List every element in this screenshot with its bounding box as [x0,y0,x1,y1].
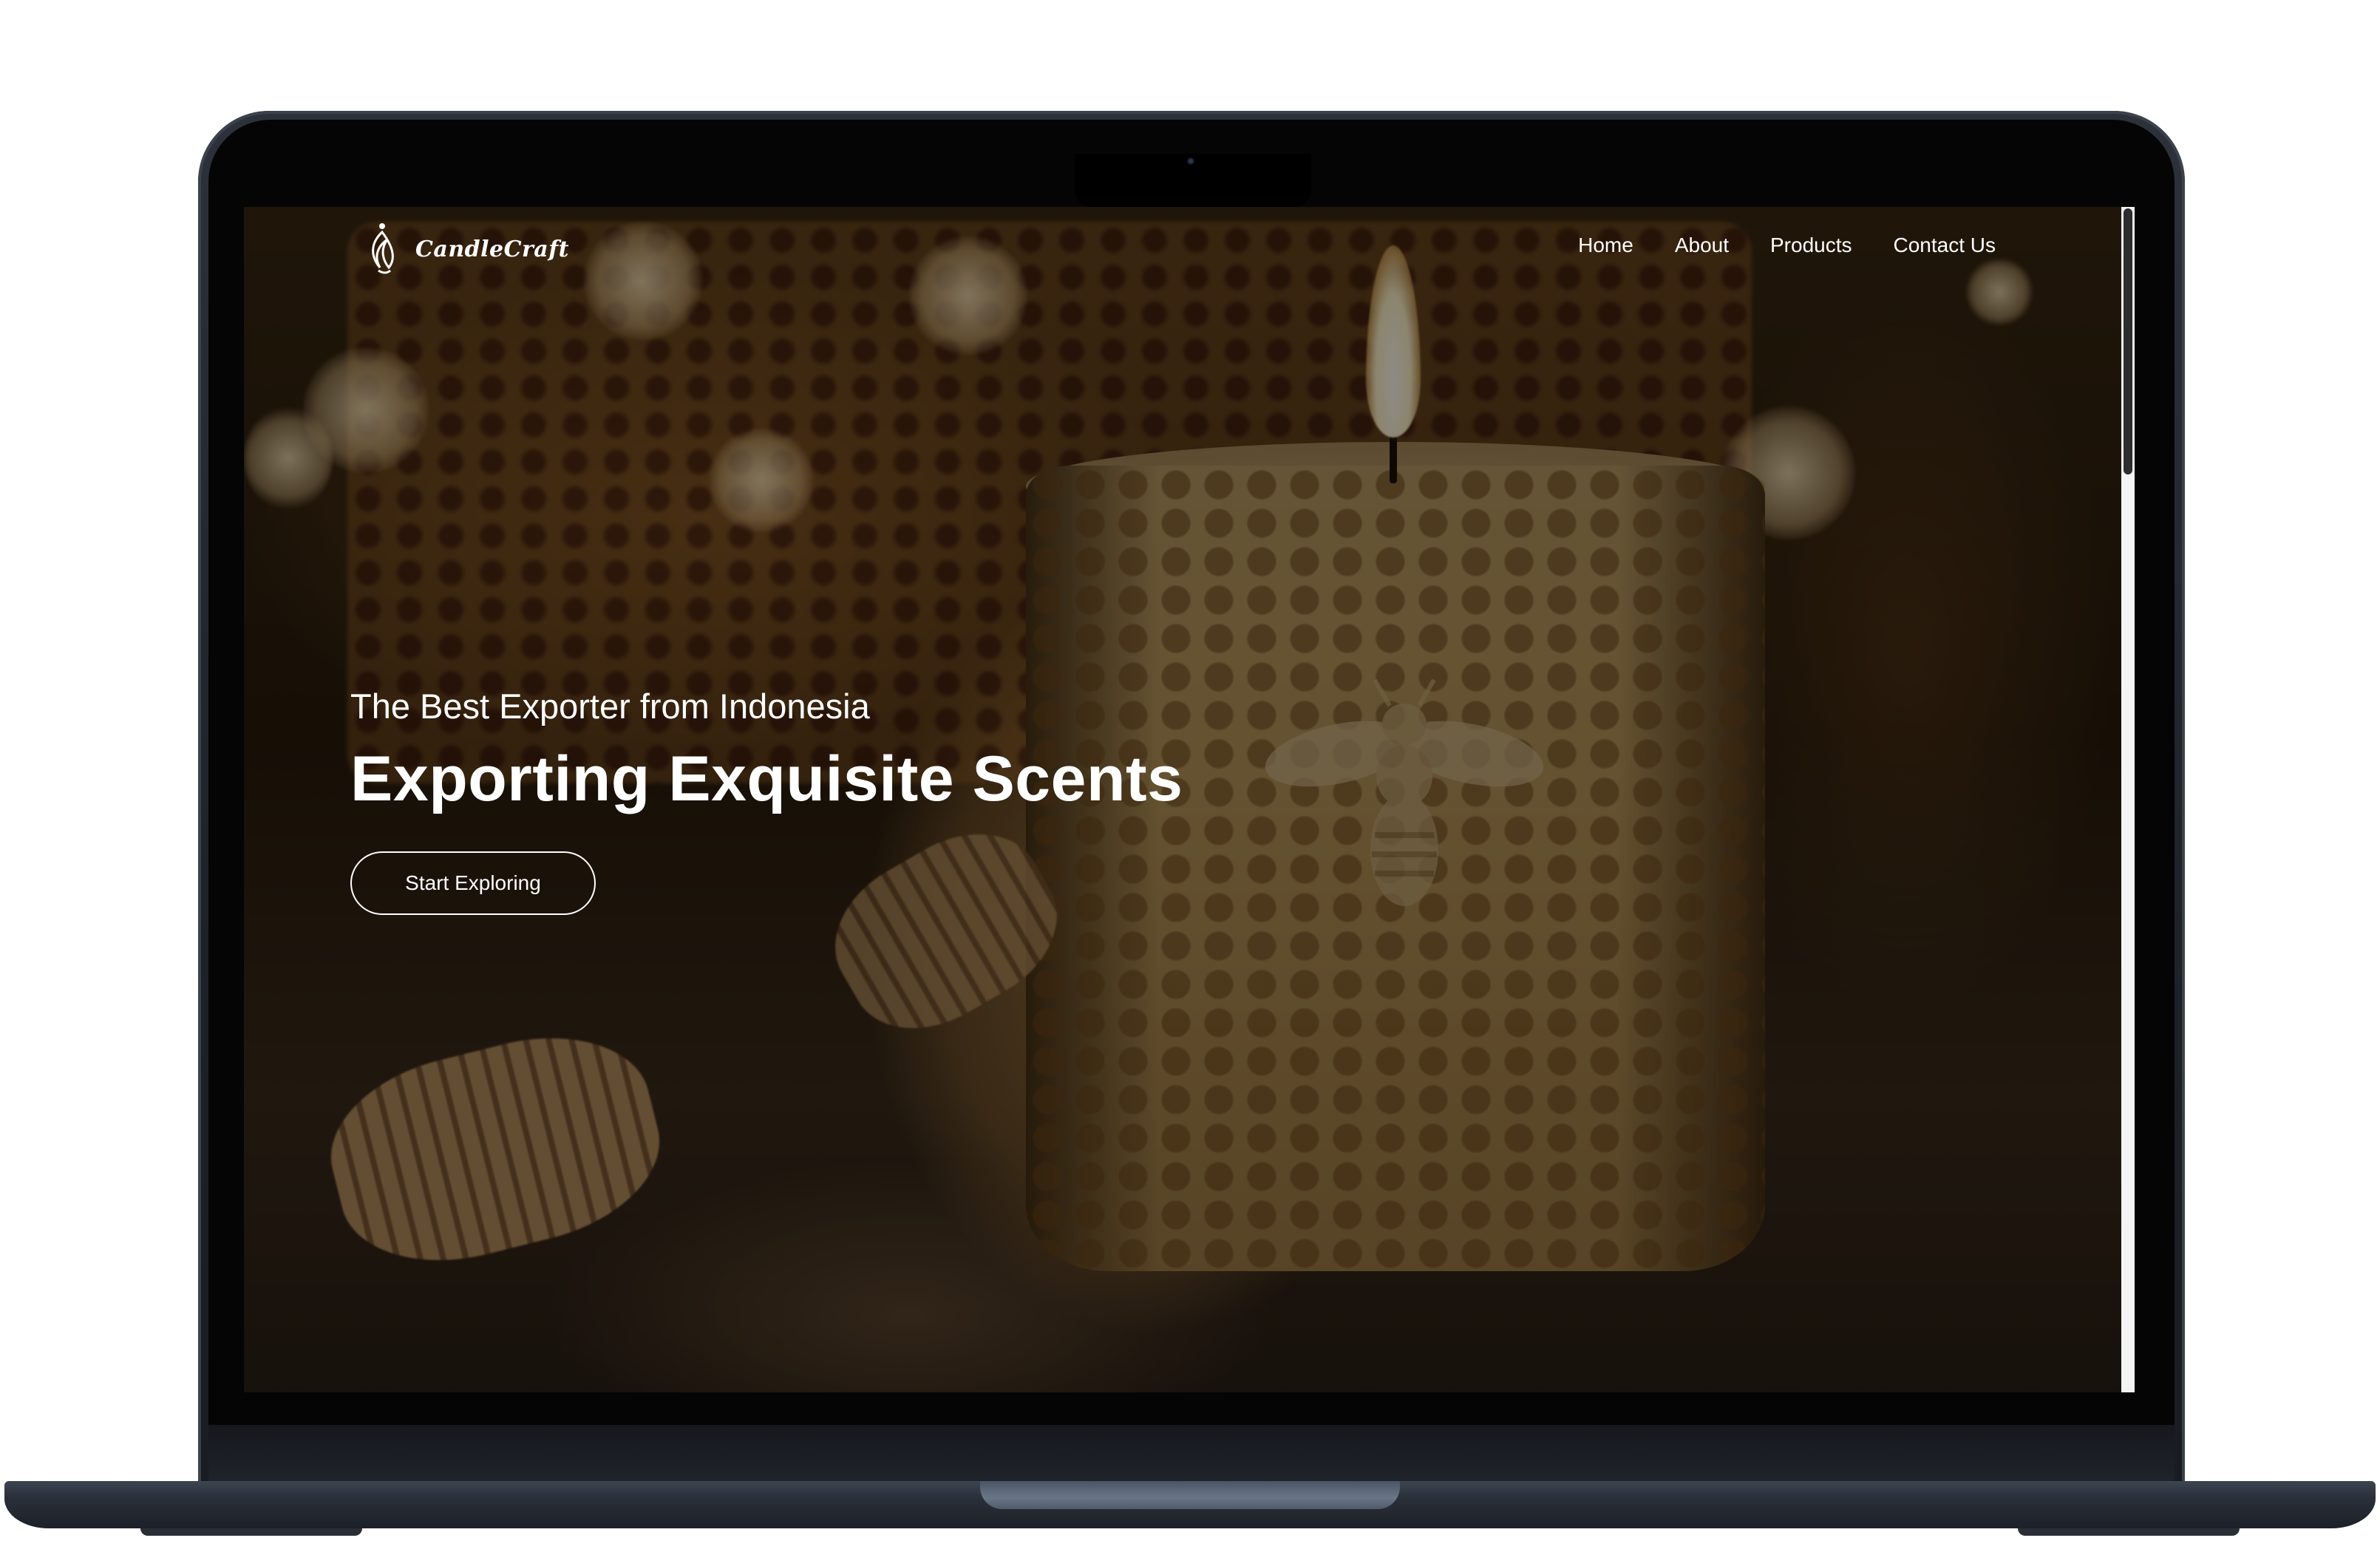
hero-subtitle: The Best Exporter from Indonesia [350,687,870,726]
scrollbar-thumb[interactable] [2124,208,2132,474]
site-logo[interactable]: CandleCraft [362,222,569,276]
browser-viewport: CandleCraft Home About Products Contact … [244,207,2135,1392]
nav-about[interactable]: About [1675,234,1729,257]
page-scrollbar[interactable] [2121,207,2135,1392]
main-navigation: Home About Products Contact Us [1578,234,1996,257]
laptop-foot [140,1528,362,1536]
laptop-foot [2018,1528,2240,1536]
start-exploring-button[interactable]: Start Exploring [350,851,596,915]
brand-name: CandleCraft [415,236,569,262]
hero-title: Exporting Exquisite Scents [350,743,1183,814]
nav-products[interactable]: Products [1770,234,1852,257]
candle-flame-icon [372,223,394,274]
nav-contact-us[interactable]: Contact Us [1894,234,1996,257]
macbook-mockup: CandleCraft Home About Products Contact … [0,0,2380,1552]
laptop-opening-notch [980,1481,1400,1509]
nav-home[interactable]: Home [1578,234,1633,257]
screen-chin [208,1425,2175,1484]
site-header: CandleCraft Home About Products Contact … [244,207,2121,288]
camera-icon [1187,157,1194,165]
